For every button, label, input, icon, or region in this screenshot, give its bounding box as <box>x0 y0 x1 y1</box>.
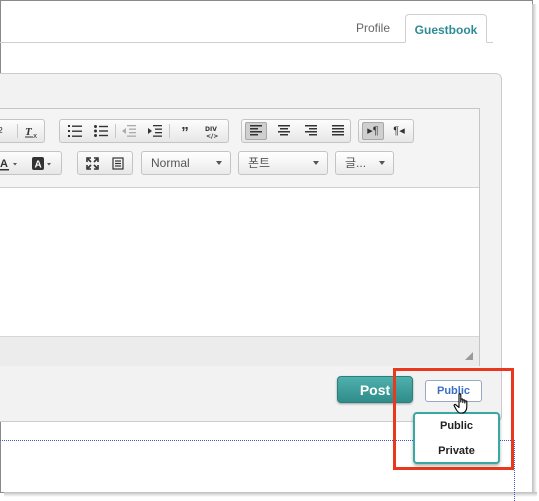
size-combo-value: 글... <box>345 156 367 170</box>
bulleted-list-icon[interactable] <box>90 122 112 140</box>
font-combo-value: 폰트 <box>248 156 271 170</box>
tab-guestbook[interactable]: Guestbook <box>405 14 487 43</box>
blockquote-icon[interactable]: ” <box>174 122 196 141</box>
align-right-icon[interactable] <box>300 122 322 140</box>
toolbar-group-tools <box>77 151 133 175</box>
format-combo-value: Normal <box>151 156 190 170</box>
svg-text:DIV: DIV <box>205 126 217 133</box>
ltr-icon[interactable]: ▸¶ <box>362 122 384 140</box>
toolbar-group-basic: 2 Tx <box>0 119 45 143</box>
toolbar-separator <box>169 124 170 138</box>
svg-text:A: A <box>0 158 8 170</box>
show-blocks-icon[interactable] <box>107 154 129 172</box>
chevron-down-icon <box>216 161 222 165</box>
resize-handle-icon[interactable] <box>465 352 473 360</box>
editor-status-bar <box>0 336 479 366</box>
remove-format-icon[interactable]: Tx <box>21 122 43 140</box>
svg-text:T: T <box>25 126 33 138</box>
rtl-icon[interactable]: ¶◂ <box>388 122 410 140</box>
toolbar-group-align <box>241 119 351 143</box>
font-combo[interactable]: 폰트 <box>238 151 328 175</box>
tab-profile[interactable]: Profile <box>346 14 400 42</box>
visibility-dropdown: Public Private <box>413 412 500 464</box>
editor-content-area[interactable] <box>0 188 479 336</box>
maximize-icon[interactable] <box>81 154 103 172</box>
rich-text-editor: 2 Tx ” DIV </> ▸¶ ¶◂ A A Normal 폰트 글... <box>0 108 480 366</box>
indent-icon[interactable] <box>144 122 166 140</box>
outdent-icon[interactable] <box>118 122 140 140</box>
hand-cursor-icon <box>453 393 468 414</box>
numbered-list-icon[interactable] <box>64 122 86 140</box>
align-center-icon[interactable] <box>273 122 295 140</box>
superscript-icon[interactable]: 2 <box>0 122 14 140</box>
toolbar-group-direction: ▸¶ ¶◂ <box>358 119 414 143</box>
toolbar-separator <box>115 124 116 138</box>
chevron-down-icon <box>379 161 385 165</box>
visibility-option-private[interactable]: Private <box>415 440 498 463</box>
visibility-option-public[interactable]: Public <box>415 415 498 438</box>
background-color-icon[interactable]: A <box>30 154 58 172</box>
window-shadow-right <box>532 4 537 494</box>
format-combo[interactable]: Normal <box>141 151 231 175</box>
editor-toolbar: 2 Tx ” DIV </> ▸¶ ¶◂ A A Normal 폰트 글... <box>0 109 479 188</box>
toolbar-group-paragraph: ” DIV </> <box>59 119 229 143</box>
svg-text:2: 2 <box>0 126 3 135</box>
svg-text:A: A <box>35 160 42 171</box>
toolbar-separator <box>17 124 18 138</box>
justify-icon[interactable] <box>327 122 349 140</box>
align-left-icon[interactable] <box>245 122 267 140</box>
toolbar-group-colors: A A <box>0 151 62 175</box>
div-container-icon[interactable]: DIV </> <box>200 122 222 140</box>
size-combo[interactable]: 글... <box>335 151 394 175</box>
chevron-down-icon <box>313 161 319 165</box>
svg-text:x: x <box>33 132 37 139</box>
svg-text:</>: </> <box>206 133 218 139</box>
text-color-icon[interactable]: A <box>0 154 26 172</box>
